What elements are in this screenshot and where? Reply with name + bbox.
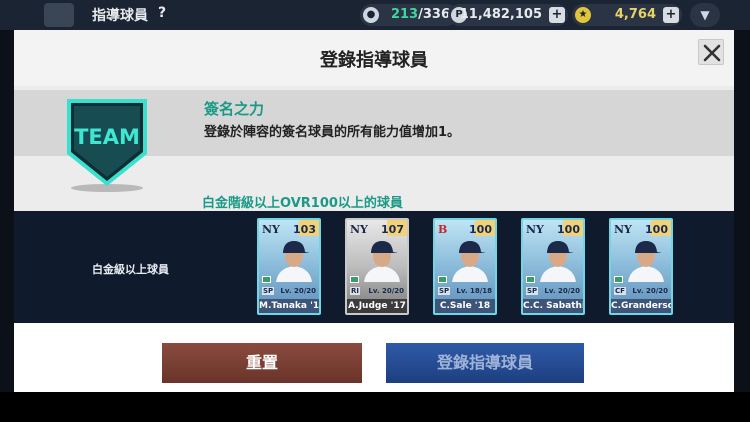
- row-label: 白金級以上球員: [92, 263, 169, 276]
- add-stars-button[interactable]: +: [663, 7, 679, 23]
- reset-button[interactable]: 重置: [162, 343, 362, 383]
- player-card[interactable]: B 100 SP Lv. 18/18 C.Sale '18: [433, 218, 497, 315]
- screen-title: 指導球員: [92, 8, 148, 24]
- register-coach-modal: 登錄指導球員 TEAM 簽名之力 登錄於陣容的簽名球員的所有能力值增加1。 白金…: [14, 30, 734, 392]
- team-logo-icon: NY: [614, 223, 632, 236]
- card-level: Lv. 20/20: [280, 287, 316, 295]
- card-position: SP: [262, 287, 275, 295]
- rank-icon: [614, 276, 623, 283]
- card-ovr: 103: [293, 223, 316, 236]
- card-level: Lv. 20/20: [368, 287, 404, 295]
- player-portrait-icon: [276, 241, 312, 282]
- close-button[interactable]: [698, 39, 724, 65]
- player-portrait-icon: [540, 241, 576, 282]
- stars-value: 4,764: [614, 7, 656, 22]
- card-position: SP: [526, 287, 539, 295]
- chevron-down-icon[interactable]: ▼: [690, 3, 720, 27]
- card-ovr: 100: [645, 223, 668, 236]
- rank-icon: [350, 276, 359, 283]
- register-coach-button[interactable]: 登錄指導球員: [386, 343, 584, 383]
- roster-max: /336: [418, 7, 450, 22]
- player-card[interactable]: NY 100 CF Lv. 20/20 C.Granderson '11: [609, 218, 673, 315]
- points-balance: P 11,482,105 +: [448, 4, 568, 26]
- rank-icon: [526, 276, 535, 283]
- modal-header: 登錄指導球員: [14, 30, 734, 86]
- player-card[interactable]: NY 100 SP Lv. 20/20 C.C. Sabathia '12: [521, 218, 585, 315]
- background-left: [0, 30, 14, 422]
- card-level: Lv. 20/20: [632, 287, 668, 295]
- player-cards-band: 白金級以上球員 NY 103 SP Lv. 20/20 M.Tanaka '15 NY 10…: [14, 211, 734, 323]
- player-portrait-icon: [628, 241, 664, 282]
- card-ovr: 100: [557, 223, 580, 236]
- help-icon[interactable]: ?: [158, 5, 166, 21]
- badge-text: TEAM: [74, 125, 140, 149]
- team-logo-icon: NY: [350, 223, 368, 236]
- background-right: [734, 30, 750, 422]
- game-top-bar: 指導球員 ? ● 213/336 P 11,482,105 + ★ 4,764 …: [0, 0, 750, 30]
- background-bottom: [0, 392, 750, 422]
- team-logo-icon: B: [438, 223, 448, 236]
- card-player-name: C.C. Sabathia '12: [523, 299, 585, 313]
- modal-footer: 重置 登錄指導球員: [14, 323, 734, 392]
- rank-icon: [438, 276, 447, 283]
- player-card[interactable]: NY 103 SP Lv. 20/20 M.Tanaka '15: [257, 218, 321, 315]
- team-badge-icon: TEAM: [67, 99, 147, 192]
- card-player-name: M.Tanaka '15: [259, 299, 321, 313]
- star-icon: ★: [575, 7, 591, 23]
- team-logo-icon: NY: [262, 223, 280, 236]
- card-player-name: A.Judge '17: [347, 299, 407, 313]
- shield-icon: [44, 3, 74, 27]
- requirement-text: 白金階級以上OVR100以上的球員: [202, 196, 403, 211]
- rank-icon: [262, 276, 271, 283]
- skill-description: 登錄於陣容的簽名球員的所有能力值增加1。: [204, 125, 461, 140]
- team-logo-icon: NY: [526, 223, 544, 236]
- ball-icon: ●: [363, 7, 379, 23]
- close-icon: [703, 44, 721, 62]
- player-card[interactable]: NY 107 RI Lv. 20/20 A.Judge '17: [345, 218, 409, 315]
- points-value: 11,482,105: [459, 7, 542, 22]
- skill-info-panel: TEAM 簽名之力 登錄於陣容的簽名球員的所有能力值增加1。 白金階級以上OVR…: [14, 86, 734, 211]
- player-portrait-icon: [452, 241, 488, 282]
- card-ovr: 107: [381, 223, 404, 236]
- roster-count: ● 213/336: [360, 4, 458, 26]
- card-position: RI: [350, 287, 360, 295]
- roster-current: 213: [390, 7, 419, 22]
- modal-title: 登錄指導球員: [320, 50, 428, 71]
- card-level: Lv. 20/20: [544, 287, 580, 295]
- add-points-button[interactable]: +: [549, 7, 565, 23]
- player-portrait-icon: [364, 241, 400, 282]
- card-position: SP: [438, 287, 451, 295]
- card-position: CF: [614, 287, 626, 295]
- stars-balance: ★ 4,764 +: [572, 4, 682, 26]
- card-level: Lv. 18/18: [456, 287, 492, 295]
- card-player-name: C.Sale '18: [435, 299, 495, 313]
- card-player-name: C.Granderson '11: [611, 299, 671, 313]
- card-ovr: 100: [469, 223, 492, 236]
- skill-name: 簽名之力: [204, 100, 265, 118]
